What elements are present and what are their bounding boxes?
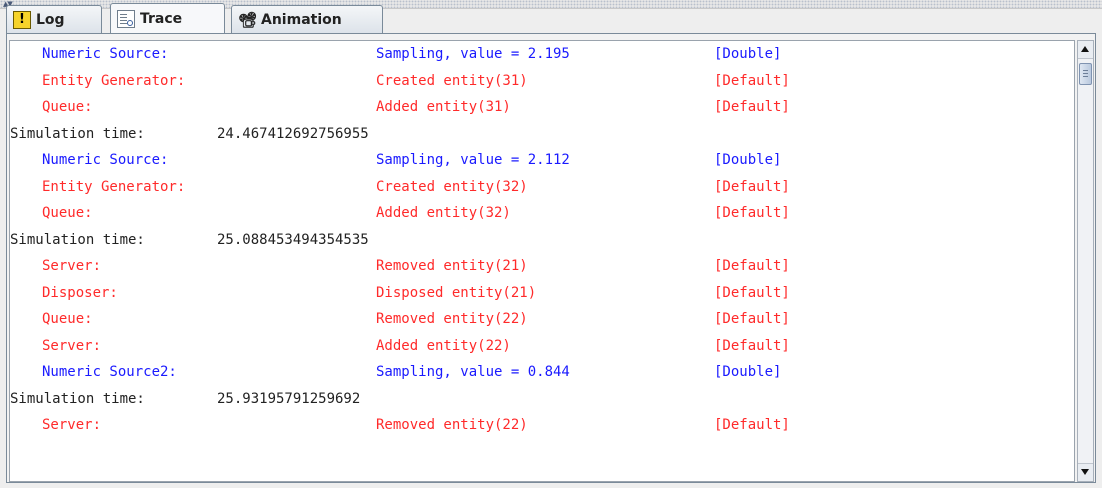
scroll-down-arrow-icon[interactable] xyxy=(1078,463,1093,481)
simulation-time-row: Simulation time: 24.467412692756955 xyxy=(10,121,1070,147)
trace-type: [Double] xyxy=(714,152,782,168)
trace-source: Server: xyxy=(42,258,102,274)
trace-row: Numeric Source: Sampling, value = 2.112 [D… xyxy=(10,147,1070,173)
trace-type: [Default] xyxy=(714,258,790,274)
trace-event: Sampling, value = 0.844 xyxy=(376,364,570,380)
trace-row: Server: Added entity(22) [Default] xyxy=(10,333,1070,359)
trace-source: Queue: xyxy=(42,99,93,115)
trace-source: Entity Generator: xyxy=(42,72,186,89)
trace-event: Sampling, value = 2.195 xyxy=(376,46,570,62)
trace-source: Numeric Source: xyxy=(42,152,169,168)
trace-type: [Default] xyxy=(714,337,790,354)
simulation-time-value: 25.088453494354535 xyxy=(217,231,369,248)
scroll-up-arrow-icon[interactable] xyxy=(1078,41,1093,59)
trace-row: Numeric Source2: Sampling, value = 0.844 [… xyxy=(10,359,1070,385)
trace-event: Sampling, value = 2.112 xyxy=(376,152,570,168)
trace-row: Server: Removed entity(21) [Default] xyxy=(10,253,1070,279)
scroll-thumb[interactable] xyxy=(1079,63,1092,85)
simulation-time-value: 24.467412692756955 xyxy=(217,125,369,142)
trace-row: Entity Generator: Created entity(31) [Defa… xyxy=(10,68,1070,94)
trace-type: [Default] xyxy=(714,205,790,221)
trace-row: Queue: Added entity(32) [Default] xyxy=(10,200,1070,226)
tab-trace[interactable]: Trace xyxy=(110,3,225,33)
trace-type: [Default] xyxy=(714,311,790,327)
tab-log-label: Log xyxy=(36,11,65,28)
trace-source: Server: xyxy=(42,417,102,433)
trace-type: [Default] xyxy=(714,178,790,195)
vertical-scrollbar[interactable] xyxy=(1077,40,1094,482)
trace-source: Queue: xyxy=(42,311,93,327)
trace-row: Server: Removed entity(22) [Default] xyxy=(10,412,1070,438)
trace-source: Disposer: xyxy=(42,284,118,301)
simulation-time-value: 25.93195791259692 xyxy=(217,390,361,407)
trace-row: Queue: Removed entity(22) [Default] xyxy=(10,306,1070,332)
trace-source: Entity Generator: xyxy=(42,178,186,195)
trace-source: Queue: xyxy=(42,205,93,221)
tab-animation[interactable]: 📽 Animation xyxy=(231,5,383,33)
simulation-time-row: Simulation time: 25.93195791259692 xyxy=(10,386,1070,412)
trace-event: Created entity(31) xyxy=(376,72,528,89)
trace-event: Removed entity(22) xyxy=(376,417,528,433)
trace-event: Removed entity(22) xyxy=(376,311,528,327)
animation-projector-icon: 📽 xyxy=(238,10,258,29)
trace-type: [Default] xyxy=(714,99,790,115)
trace-type: [Default] xyxy=(714,417,790,433)
trace-row: Numeric Source: Sampling, value = 2.195 [D… xyxy=(10,41,1070,67)
tab-trace-label: Trace xyxy=(140,10,183,27)
simulation-time-label: Simulation time: xyxy=(10,390,145,407)
tab-log[interactable]: ! Log xyxy=(6,5,102,33)
trace-event: Added entity(32) xyxy=(376,205,511,221)
trace-row: Disposer: Disposed entity(21) [Default] xyxy=(10,280,1070,306)
trace-source: Numeric Source2: xyxy=(42,364,177,380)
simulation-time-label: Simulation time: xyxy=(10,231,145,248)
trace-event: Created entity(32) xyxy=(376,178,528,195)
trace-type: [Double] xyxy=(714,364,782,380)
trace-row: Queue: Added entity(31) [Default] xyxy=(10,94,1070,120)
trace-type: [Default] xyxy=(714,72,790,89)
log-warning-icon: ! xyxy=(13,10,31,29)
trace-type: [Default] xyxy=(714,284,790,301)
simulation-time-label: Simulation time: xyxy=(10,125,145,142)
tab-animation-label: Animation xyxy=(261,11,342,28)
trace-event: Removed entity(21) xyxy=(376,258,528,274)
trace-source: Numeric Source: xyxy=(42,46,169,62)
trace-event: Disposed entity(21) xyxy=(376,284,537,301)
trace-document-icon xyxy=(117,9,135,28)
trace-event: Added entity(31) xyxy=(376,99,511,115)
trace-output-area[interactable]: Numeric Source: Sampling, value = 2.195 [D… xyxy=(9,40,1075,482)
simulation-time-row: Simulation time: 25.088453494354535 xyxy=(10,227,1070,253)
trace-source: Server: xyxy=(42,337,102,354)
trace-type: [Double] xyxy=(714,46,782,62)
trace-event: Added entity(22) xyxy=(376,337,511,354)
trace-row: Entity Generator: Created entity(32) [Defa… xyxy=(10,174,1070,200)
